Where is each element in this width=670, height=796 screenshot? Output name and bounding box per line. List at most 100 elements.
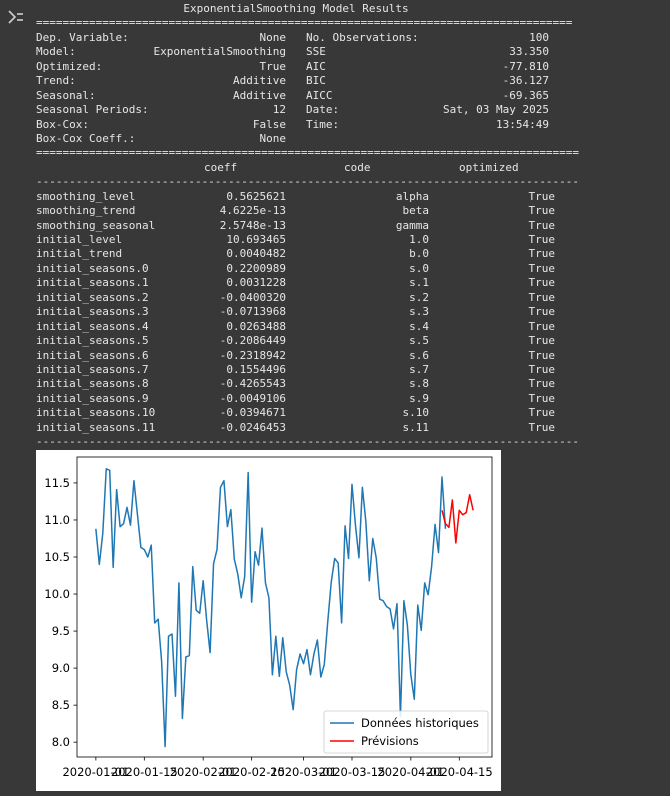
param-row: smoothing_trend 4.6225e-13 beta True bbox=[36, 204, 566, 218]
y-tick-label: 10.0 bbox=[44, 587, 70, 601]
param-code: s.10 bbox=[402, 406, 430, 420]
stat-label: Date: bbox=[306, 103, 340, 117]
param-code: s.2 bbox=[409, 290, 429, 304]
stat-label: No. Observations: bbox=[306, 30, 419, 44]
info-label: Box-Cox: bbox=[36, 117, 89, 131]
separator-top: ========================================… bbox=[36, 16, 573, 30]
info-label: Box-Cox Coeff.: bbox=[36, 131, 136, 145]
param-row: initial_seasons.3 -0.0713968 s.3 True bbox=[36, 305, 566, 319]
param-row: initial_seasons.1 0.0031228 s.1 True bbox=[36, 276, 566, 290]
forecast-series-line bbox=[441, 494, 474, 544]
param-coeff: -0.4265543 bbox=[219, 377, 286, 391]
param-coeff: 0.0031228 bbox=[226, 276, 286, 290]
stat-label: Time: bbox=[306, 117, 340, 131]
stat-label: SSE bbox=[306, 45, 326, 59]
param-coeff: 4.6225e-13 bbox=[219, 204, 286, 218]
param-row: initial_seasons.7 0.1554496 s.7 True bbox=[36, 363, 566, 377]
info-value: Additive bbox=[233, 74, 286, 88]
param-row: initial_seasons.0 0.2200989 s.0 True bbox=[36, 262, 566, 276]
param-coeff: 0.1554496 bbox=[226, 362, 286, 376]
param-name: smoothing_seasonal bbox=[36, 218, 156, 232]
param-row: initial_seasons.9 -0.0049106 s.9 True bbox=[36, 392, 566, 406]
param-name: initial_trend bbox=[36, 247, 123, 261]
param-optimized: True bbox=[528, 276, 556, 290]
stat-label: AICC bbox=[306, 88, 333, 102]
param-coeff: -0.0400320 bbox=[219, 290, 286, 304]
param-name: initial_seasons.8 bbox=[36, 377, 149, 391]
param-code: b.0 bbox=[409, 247, 429, 261]
param-name: initial_seasons.9 bbox=[36, 391, 149, 405]
info-value: True bbox=[259, 59, 287, 73]
info-row: Seasonal Periods: 12 Date: Sat, 03 May 2025 bbox=[36, 103, 566, 117]
legend-label: Prévisions bbox=[361, 734, 419, 748]
stat-label: AIC bbox=[306, 59, 326, 73]
param-coeff: 10.693465 bbox=[226, 233, 286, 246]
output-toggle-icon[interactable] bbox=[6, 8, 26, 26]
y-tick-label: 11.0 bbox=[44, 513, 70, 527]
stat-value: 33.350 bbox=[509, 45, 549, 59]
param-coeff: 0.5625621 bbox=[226, 189, 286, 203]
param-coeff: -0.0246453 bbox=[219, 420, 286, 434]
param-code: s.1 bbox=[409, 276, 429, 290]
stat-label: BIC bbox=[306, 74, 326, 88]
param-name: initial_seasons.11 bbox=[36, 420, 156, 434]
param-code: gamma bbox=[395, 218, 429, 232]
param-optimized: True bbox=[528, 189, 556, 203]
info-label: Seasonal: bbox=[36, 88, 96, 102]
param-row: initial_seasons.2 -0.0400320 s.2 True bbox=[36, 291, 566, 305]
param-name: initial_seasons.6 bbox=[36, 348, 149, 362]
info-row: Seasonal: Additive AICC -69.365 bbox=[36, 89, 566, 103]
y-tick-label: 9.0 bbox=[52, 661, 70, 675]
param-name: initial_seasons.3 bbox=[36, 305, 149, 319]
param-row: smoothing_level 0.5625621 alpha True bbox=[36, 190, 566, 204]
param-coeff: -0.0049106 bbox=[219, 391, 286, 405]
forecast-chart: 8.08.59.09.510.010.511.011.52020-01-0120… bbox=[44, 456, 493, 779]
param-name: initial_seasons.10 bbox=[36, 406, 156, 420]
param-optimized: True bbox=[528, 362, 556, 376]
info-label: Trend: bbox=[36, 74, 76, 88]
stat-value: -77.810 bbox=[502, 59, 549, 73]
param-row: initial_seasons.11 -0.0246453 s.11 True bbox=[36, 421, 566, 435]
param-coeff: -0.2318942 bbox=[219, 348, 286, 362]
param-code: s.11 bbox=[402, 420, 430, 434]
info-label: Dep. Variable: bbox=[36, 30, 129, 44]
x-tick-label: 2020-03-15 bbox=[319, 765, 386, 779]
param-optimized: True bbox=[528, 406, 556, 420]
param-name: initial_level bbox=[36, 233, 123, 246]
param-coeff: -0.2086449 bbox=[219, 334, 286, 348]
y-tick-label: 9.5 bbox=[52, 624, 70, 638]
param-optimized: True bbox=[528, 290, 556, 304]
param-row: initial_seasons.5 -0.2086449 s.5 True bbox=[36, 334, 566, 348]
param-row: smoothing_seasonal 2.5748e-13 gamma True bbox=[36, 219, 566, 233]
param-optimized: True bbox=[528, 204, 556, 218]
info-value: False bbox=[252, 117, 286, 131]
forecast-plot: 8.0 8.5 9.0 9.5 10.0 10.5 11.0 11.5 2020-01-01 20… bbox=[36, 450, 501, 791]
param-optimized: True bbox=[528, 233, 556, 246]
param-optimized: True bbox=[528, 247, 556, 261]
code-header: code bbox=[344, 160, 371, 174]
param-row: initial_trend 0.0040482 b.0 True bbox=[36, 247, 566, 261]
info-row: Box-Cox Coeff.: None bbox=[36, 132, 566, 146]
separator-dash-top: ----------------------------------------… bbox=[36, 175, 580, 189]
param-code: s.5 bbox=[409, 334, 429, 348]
param-coeff: 2.5748e-13 bbox=[219, 218, 286, 232]
param-code: 1.0 bbox=[409, 233, 429, 246]
x-tick-label: 2020-01-15 bbox=[111, 765, 178, 779]
y-tick-label: 11.5 bbox=[44, 476, 70, 490]
param-optimized: True bbox=[528, 218, 556, 232]
param-optimized: True bbox=[528, 319, 556, 333]
param-code: s.9 bbox=[409, 391, 429, 405]
param-row: initial_level 10.693465 1.0 True bbox=[36, 233, 566, 247]
param-header-row: coeff code optimized bbox=[36, 161, 566, 175]
summary-title: ExponentialSmoothing Model Results bbox=[183, 2, 409, 15]
param-optimized: True bbox=[528, 420, 556, 434]
param-code: beta bbox=[402, 204, 430, 218]
param-code: s.7 bbox=[409, 362, 429, 376]
stat-value: -69.365 bbox=[502, 88, 549, 102]
info-value: ExponentialSmoothing bbox=[153, 45, 286, 59]
param-coeff: 0.0263488 bbox=[226, 319, 286, 333]
info-row: Box-Cox: False Time: 13:54:49 bbox=[36, 118, 566, 132]
param-code: s.3 bbox=[409, 305, 429, 319]
param-code: s.8 bbox=[409, 377, 429, 391]
param-row: initial_seasons.10 -0.0394671 s.10 True bbox=[36, 406, 566, 420]
